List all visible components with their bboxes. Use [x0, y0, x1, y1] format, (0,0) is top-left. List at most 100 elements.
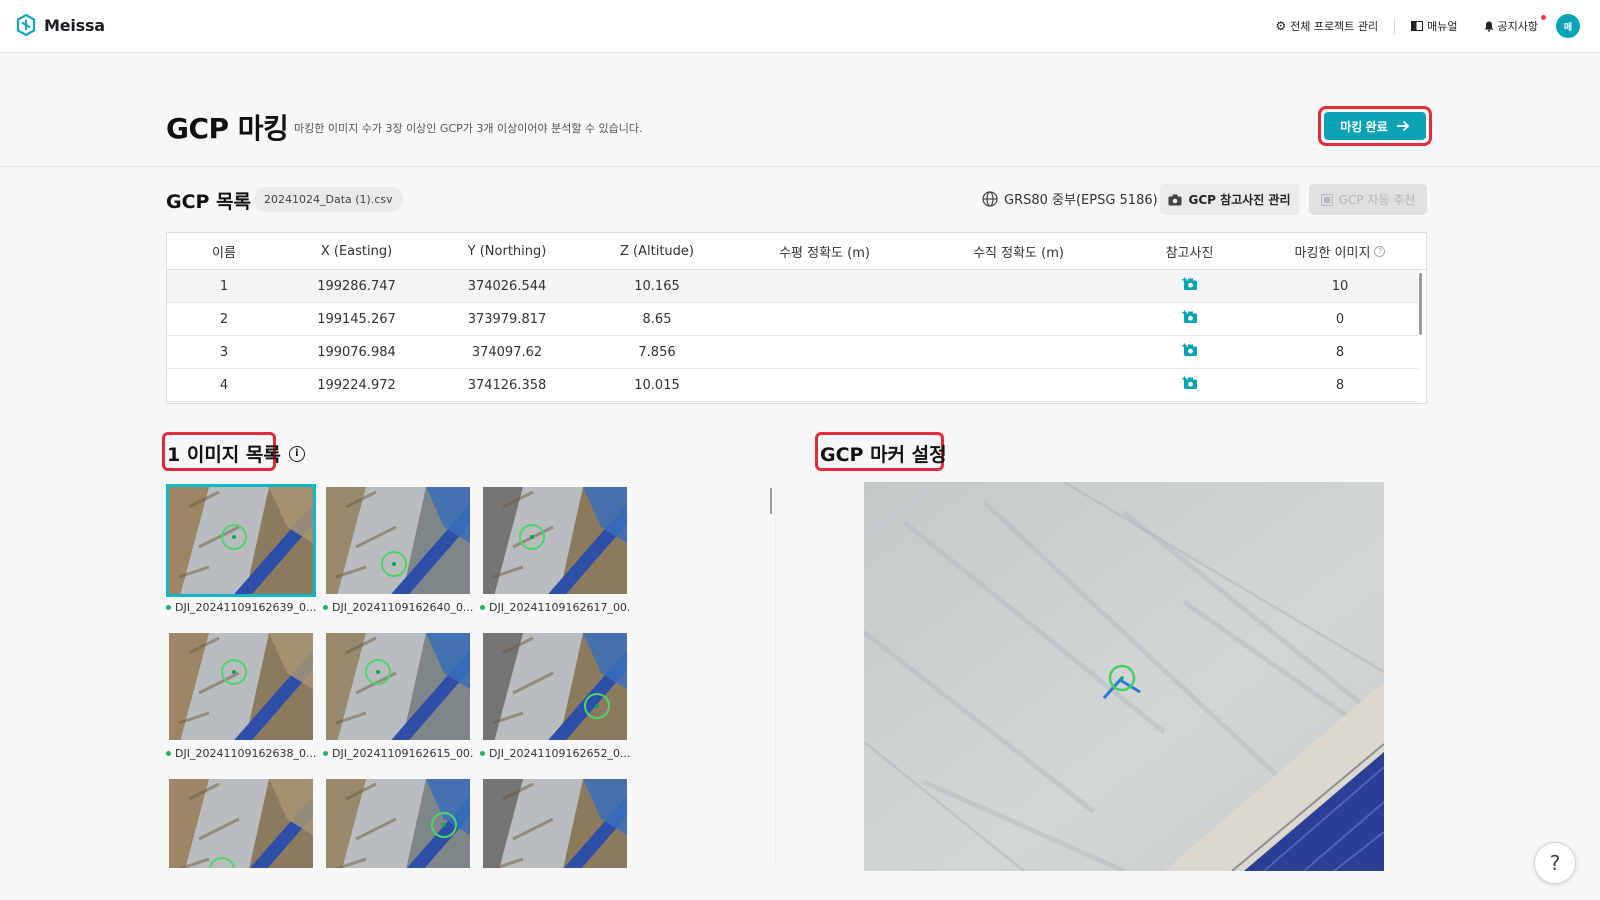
gcp-marker-icon — [365, 659, 391, 685]
coord-system-label: GRS80 중부(EPSG 5186) — [1004, 193, 1158, 208]
marking-done-label: 마킹 완료 — [1340, 119, 1388, 134]
gcp-marker-icon — [519, 524, 545, 550]
gcp-marker-image[interactable] — [864, 482, 1384, 871]
table-row[interactable]: 2 199145.267 373979.817 8.65 0 — [167, 303, 1418, 336]
table-row[interactable]: 4 199224.972 374126.358 10.015 8 — [167, 369, 1418, 402]
cell-z: 7.856 — [638, 344, 676, 360]
cell-x: 199076.984 — [317, 344, 396, 360]
cell-z: 8.65 — [642, 311, 672, 327]
status-dot-icon — [166, 605, 171, 610]
status-dot-icon — [166, 751, 171, 756]
thumbnail-image — [323, 776, 473, 868]
col-h-acc[interactable]: 수평 정확도 (m) — [732, 242, 917, 261]
nav-notice-label-wrap: 공지사항 — [1497, 15, 1546, 34]
image-list-title: 1 이미지 목록 i — [167, 440, 305, 467]
image-thumbnail[interactable]: DJI_20241109162615_00... — [323, 630, 473, 760]
ref-photo-label: GCP 참고사진 관리 — [1188, 193, 1291, 207]
col-ref-photo[interactable]: 참고사진 — [1120, 242, 1259, 261]
meissa-logo-icon — [16, 13, 36, 37]
panel-divider — [775, 488, 776, 868]
thumbnail-label: DJI_20241109162640_0... — [323, 601, 473, 614]
table-body: 1 199286.747 374026.544 10.165 10 2 199145.267… — [167, 270, 1426, 402]
cell-marked: 0 — [1335, 311, 1345, 327]
marking-done-button[interactable]: 마킹 완료 — [1324, 112, 1426, 140]
thumbnail-image — [480, 484, 630, 597]
thumbnail-image — [323, 484, 473, 597]
page-subtitle: 마킹한 이미지 수가 3장 이상인 GCP가 3개 이상이어야 분석할 수 있습… — [294, 122, 643, 135]
cell-y: 374026.544 — [467, 278, 547, 294]
col-marked[interactable]: 마킹한 이미지 ? — [1259, 242, 1421, 261]
panel-scrollbar[interactable] — [770, 488, 772, 514]
cell-name: 4 — [219, 377, 229, 393]
thumbnail-image — [166, 630, 316, 743]
gcp-auto-button[interactable]: GCP 자동 추천 — [1309, 184, 1427, 215]
add-photo-icon[interactable] — [1120, 277, 1259, 295]
nav-manual[interactable]: 매뉴얼 — [1411, 18, 1458, 34]
thumbnail-label: DJI_20241109162652_0... — [480, 747, 630, 760]
avatar[interactable]: 메 — [1556, 14, 1580, 38]
thumbnail-filename: DJI_20241109162639_0... — [175, 601, 316, 614]
nav-notice[interactable]: 공지사항 — [1484, 15, 1546, 34]
cell-marked: 8 — [1335, 377, 1345, 393]
col-y[interactable]: Y (Northing) — [432, 244, 582, 259]
table-scrollbar[interactable] — [1419, 273, 1422, 335]
thumbnail-filename: DJI_20241109162615_00... — [332, 747, 473, 760]
gcp-list-title: GCP 목록 — [166, 191, 252, 213]
gcp-marker-icon — [221, 659, 247, 685]
cell-marked: 10 — [1331, 278, 1349, 294]
bell-icon — [1484, 21, 1494, 32]
image-thumbnail[interactable] — [480, 776, 630, 868]
gcp-marker-icon — [381, 551, 407, 577]
info-icon[interactable]: i — [288, 445, 305, 462]
ref-photo-button[interactable]: GCP 참고사진 관리 — [1160, 184, 1299, 215]
thumbnail-image — [480, 630, 630, 743]
nav-projects-label: 전체 프로젝트 관리 — [1290, 20, 1379, 33]
table-row[interactable]: 3 199076.984 374097.62 7.856 8 — [167, 336, 1418, 369]
col-x[interactable]: X (Easting) — [281, 244, 432, 259]
cell-y: 374097.62 — [471, 344, 543, 360]
gcp-marker-icon — [221, 524, 247, 550]
cell-name: 3 — [219, 344, 229, 360]
book-icon — [1411, 21, 1424, 31]
table-row[interactable]: 1 199286.747 374026.544 10.165 10 — [167, 270, 1418, 303]
thumbnail-filename: DJI_20241109162640_0... — [332, 601, 473, 614]
col-v-acc[interactable]: 수직 정확도 (m) — [917, 242, 1120, 261]
nav-projects[interactable]: ⚙ 전체 프로젝트 관리 — [1275, 18, 1378, 34]
cell-z: 10.165 — [634, 278, 680, 294]
thumbnail-filename: DJI_20241109162652_0... — [489, 747, 630, 760]
page-header: GCP 마킹 마킹한 이미지 수가 3장 이상인 GCP가 3개 이상이어야 분… — [0, 53, 1600, 167]
nav-notice-label: 공지사항 — [1497, 20, 1538, 33]
image-thumbnail[interactable]: DJI_20241109162617_00... — [480, 484, 630, 614]
cell-name: 2 — [219, 311, 229, 327]
logo[interactable]: Meissa — [14, 13, 105, 37]
col-name[interactable]: 이름 — [167, 242, 281, 261]
gcp-table: 이름 X (Easting) Y (Northing) Z (Altitude)… — [166, 232, 1427, 404]
done-button-highlight: 마킹 완료 — [1318, 106, 1432, 146]
image-thumbnail[interactable]: DJI_20241109162639_0... — [166, 484, 316, 614]
thumbnail-image — [323, 630, 473, 743]
image-thumbnail[interactable]: DJI_20241109162638_0... — [166, 630, 316, 760]
cell-y: 373979.817 — [467, 311, 547, 327]
image-thumbnail[interactable] — [323, 776, 473, 868]
col-z[interactable]: Z (Altitude) — [582, 244, 732, 259]
top-bar: Meissa ⚙ 전체 프로젝트 관리 매뉴얼 공지사항 메 — [0, 0, 1600, 53]
gcp-marker-icon — [584, 693, 610, 719]
gear-icon: ⚙ — [1275, 19, 1287, 33]
cell-x: 199224.972 — [317, 377, 396, 393]
notification-dot — [1541, 15, 1546, 20]
help-button[interactable]: ? — [1534, 842, 1576, 884]
status-dot-icon — [323, 751, 328, 756]
coord-system[interactable]: GRS80 중부(EPSG 5186) — [982, 189, 1158, 208]
app-name: Meissa — [44, 15, 105, 35]
help-circle-icon[interactable]: ? — [1374, 245, 1386, 257]
add-photo-icon[interactable] — [1120, 343, 1259, 361]
image-thumbnail[interactable] — [166, 776, 316, 868]
add-photo-icon[interactable] — [1120, 376, 1259, 394]
thumbnail-filename: DJI_20241109162638_0... — [175, 747, 316, 760]
add-photo-icon[interactable] — [1120, 310, 1259, 328]
image-thumbnail[interactable]: DJI_20241109162640_0... — [323, 484, 473, 614]
nav-divider — [1394, 18, 1396, 34]
status-dot-icon — [480, 605, 485, 610]
thumbnail-label: DJI_20241109162617_00... — [480, 601, 630, 614]
image-thumbnail[interactable]: DJI_20241109162652_0... — [480, 630, 630, 760]
